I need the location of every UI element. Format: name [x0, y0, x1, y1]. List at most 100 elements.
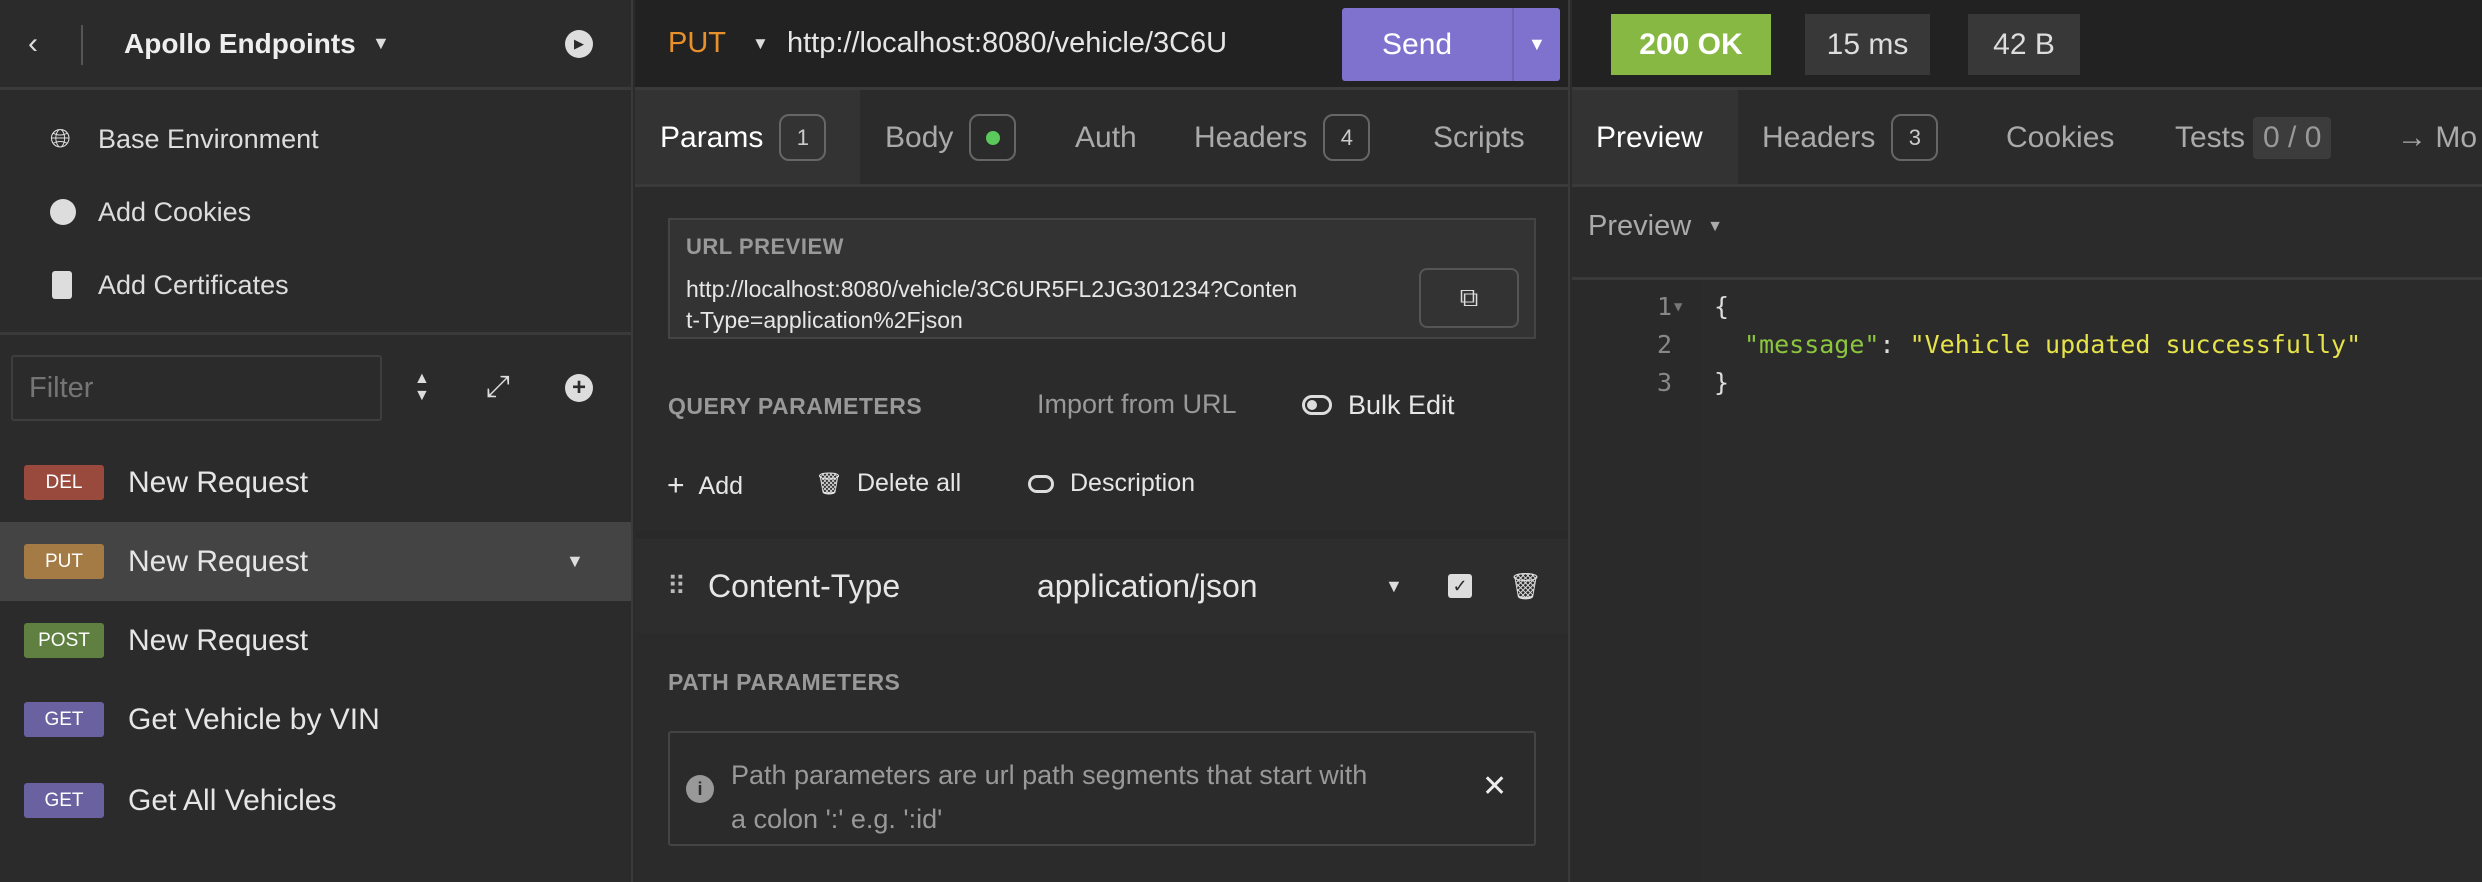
close-icon[interactable]: ✕: [1482, 769, 1507, 804]
tab-response-headers[interactable]: Headers 3: [1762, 90, 1939, 185]
tab-label: Cookies: [2006, 120, 2115, 154]
request-item[interactable]: DEL New Request: [0, 443, 631, 522]
tab-label: Tests: [2175, 120, 2246, 154]
code-text: }: [1714, 368, 1730, 397]
json-key: "message": [1744, 330, 1880, 359]
bulk-edit-label: Bulk Edit: [1348, 389, 1455, 420]
request-item-selected[interactable]: PUT New Request ▼: [0, 522, 631, 601]
toggle-icon: [1302, 395, 1332, 415]
request-name: Get Vehicle by VIN: [128, 702, 380, 736]
tests-count-badge: 0 / 0: [2253, 116, 2332, 159]
tab-params[interactable]: Params 1: [660, 90, 827, 185]
divider: [0, 332, 631, 335]
url-bar: PUT ▼ http://localhost:8080/vehicle/3C6U…: [635, 0, 1568, 90]
sidebar-item-base-environment[interactable]: 🌐︎ Base Environment: [0, 118, 631, 160]
tab-scripts[interactable]: Scripts: [1433, 90, 1525, 185]
drag-handle-icon[interactable]: ⠿: [667, 571, 686, 602]
fold-icon[interactable]: ▼: [1674, 288, 1682, 326]
divider: [635, 531, 1568, 539]
status-badge: 200 OK: [1611, 14, 1771, 75]
param-name-input[interactable]: Content-Type: [708, 568, 900, 605]
body-status-icon: [969, 114, 1017, 161]
method-select[interactable]: PUT: [668, 27, 726, 60]
request-name: Get All Vehicles: [128, 783, 337, 817]
chevron-down-icon[interactable]: ▼: [752, 34, 769, 54]
send-label: Send: [1382, 27, 1453, 61]
code-line: 3}: [1572, 364, 2482, 402]
import-from-url-button[interactable]: Import from URL: [1037, 389, 1237, 420]
play-icon[interactable]: ▶: [565, 30, 593, 58]
back-chevron-icon[interactable]: ‹: [28, 27, 38, 61]
response-editor[interactable]: 1 ▼{ 2 "message": "Vehicle updated success…: [1572, 288, 2482, 402]
chevron-down-icon: ▼: [1707, 217, 1723, 235]
request-item[interactable]: POST New Request: [0, 601, 631, 680]
tab-preview[interactable]: Preview: [1596, 90, 1703, 185]
url-preview-text: http://localhost:8080/vehicle/3C6UR5FL2J…: [686, 274, 1297, 336]
send-button[interactable]: Send ▼: [1342, 8, 1560, 81]
description-toggle[interactable]: Description: [1028, 469, 1195, 498]
param-enabled-checkbox[interactable]: ✓: [1448, 574, 1472, 598]
method-badge: PUT: [24, 544, 104, 579]
sidebar-item-add-cookies[interactable]: Add Cookies: [0, 191, 631, 233]
trash-icon[interactable]: 🗑︎: [1509, 571, 1542, 602]
copy-button[interactable]: ⧉: [1419, 268, 1519, 328]
plus-icon: +: [667, 469, 685, 502]
url-preview-box: URL PREVIEW http://localhost:8080/vehicl…: [668, 218, 1536, 339]
params-toolbar: + Add 🗑︎ Delete all Description: [635, 437, 1568, 531]
request-name: New Request: [128, 544, 309, 578]
tab-body[interactable]: Body: [885, 90, 1017, 185]
send-options-chevron-icon[interactable]: ▼: [1528, 34, 1546, 55]
request-panel: PUT ▼ http://localhost:8080/vehicle/3C6U…: [635, 0, 1570, 882]
param-value-input[interactable]: application/json: [1037, 568, 1258, 605]
line-number: 1: [1657, 292, 1673, 321]
tab-label: Body: [885, 120, 954, 154]
line-number: 2: [1657, 330, 1673, 359]
sidebar-header: ‹ Apollo Endpoints ▼ ▶: [0, 0, 631, 90]
chevron-down-icon[interactable]: ▼: [566, 551, 584, 572]
chevron-down-icon[interactable]: ▼: [372, 33, 390, 54]
cookie-icon: [50, 199, 76, 225]
tab-label: Headers: [1194, 120, 1308, 154]
tab-label: → Mo: [2397, 120, 2478, 154]
url-preview-line: t-Type=application%2Fjson: [686, 307, 963, 333]
bulk-edit-toggle[interactable]: Bulk Edit: [1302, 389, 1455, 421]
method-badge: GET: [24, 783, 104, 818]
info-icon: i: [686, 775, 714, 803]
chevron-down-icon[interactable]: ▼: [1385, 576, 1403, 597]
request-name: New Request: [128, 465, 309, 499]
tab-tests[interactable]: Tests 0 / 0: [2175, 90, 2332, 185]
response-size: 42 B: [1968, 14, 2080, 75]
query-parameters-heading: QUERY PARAMETERS: [668, 393, 923, 419]
preview-mode-select[interactable]: Preview ▼: [1588, 210, 1723, 243]
tab-auth[interactable]: Auth: [1075, 90, 1137, 185]
divider: [635, 184, 1568, 187]
method-badge: POST: [24, 623, 104, 658]
trash-icon: 🗑︎: [815, 470, 843, 496]
sidebar: ‹ Apollo Endpoints ▼ ▶ 🌐︎ Base Environme…: [0, 0, 633, 882]
description-label: Description: [1070, 469, 1196, 497]
code-text: {: [1714, 292, 1730, 321]
sort-icon[interactable]: ▲ ▼: [414, 370, 430, 404]
response-time: 15 ms: [1805, 14, 1930, 75]
filter-input[interactable]: [11, 355, 382, 421]
url-input[interactable]: http://localhost:8080/vehicle/3C6U: [787, 27, 1327, 60]
delete-all-button[interactable]: 🗑︎ Delete all: [815, 469, 961, 498]
workspace-title[interactable]: Apollo Endpoints: [124, 28, 356, 60]
sidebar-item-add-certificates[interactable]: Add Certificates: [0, 264, 631, 306]
request-item[interactable]: GET Get All Vehicles: [0, 761, 631, 840]
add-circle-icon[interactable]: +: [565, 374, 593, 402]
info-line: a colon ':' e.g. ':id': [731, 804, 943, 834]
expand-icon[interactable]: ⤢: [486, 370, 510, 404]
certificate-icon: [52, 271, 72, 299]
path-info-text: Path parameters are url path segments th…: [731, 753, 1367, 841]
toggle-icon: [1028, 474, 1054, 493]
tab-cookies[interactable]: Cookies: [2006, 90, 2114, 185]
request-item[interactable]: GET Get Vehicle by VIN: [0, 680, 631, 759]
response-status-bar: 200 OK 15 ms 42 B: [1572, 0, 2482, 90]
tab-more[interactable]: → Mo: [2397, 90, 2477, 185]
url-preview-line: http://localhost:8080/vehicle/3C6UR5FL2J…: [686, 276, 1298, 302]
tab-headers[interactable]: Headers 4: [1194, 90, 1371, 185]
tab-label: Params: [660, 120, 764, 154]
code-line: 1 ▼ {: [1572, 288, 2482, 326]
add-param-button[interactable]: + Add: [667, 469, 743, 503]
